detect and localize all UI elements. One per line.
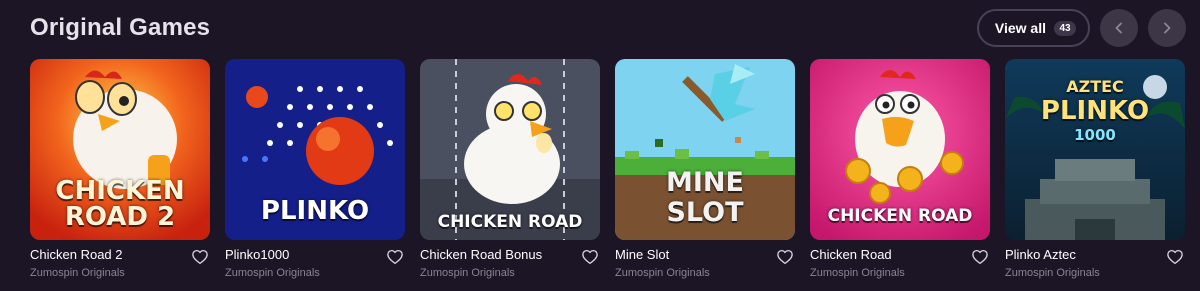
game-meta: Plinko1000 Zumospin Originals <box>225 247 405 279</box>
game-card[interactable]: PLINKO Plinko1000 Zumospin Originals <box>225 59 405 279</box>
original-games-section: Original Games View all 43 CHICKEN ROAD … <box>0 0 1200 291</box>
game-card[interactable]: CHICKEN ROAD Chicken Road Bonus Zumospin… <box>420 59 600 279</box>
heart-outline-icon[interactable] <box>776 248 794 266</box>
game-text: Mine Slot Zumospin Originals <box>615 247 710 279</box>
chevron-right-icon <box>1164 22 1171 34</box>
carousel-next-button[interactable] <box>1148 9 1186 47</box>
game-card[interactable]: MINE SLOT Mine Slot Zumospin Originals <box>615 59 795 279</box>
logo-line: 1000 <box>1074 126 1116 144</box>
section-title: Original Games <box>30 14 211 41</box>
game-card-list: CHICKEN ROAD 2 Chicken Road 2 Zumospin O… <box>30 59 1185 279</box>
game-text: Chicken Road 2 Zumospin Originals <box>30 247 125 279</box>
game-logo: MINE SLOT <box>615 168 795 228</box>
game-name[interactable]: Chicken Road <box>810 247 905 262</box>
game-provider: Zumospin Originals <box>1005 267 1100 279</box>
game-meta: Mine Slot Zumospin Originals <box>615 247 795 279</box>
game-provider: Zumospin Originals <box>420 267 515 279</box>
game-name[interactable]: Chicken Road Bonus <box>420 247 542 262</box>
game-thumbnail[interactable]: CHICKEN ROAD <box>420 59 600 240</box>
game-card[interactable]: AZTEC PLINKO 1000 Plinko Aztec Zumospin … <box>1005 59 1185 279</box>
game-meta: Chicken Road Bonus Zumospin Originals <box>420 247 600 279</box>
game-card[interactable]: CHICKEN ROAD 2 Chicken Road 2 Zumospin O… <box>30 59 210 279</box>
game-name[interactable]: Chicken Road 2 <box>30 247 125 262</box>
game-logo: CHICKEN ROAD <box>420 212 600 232</box>
game-logo: CHICKEN ROAD <box>810 206 990 226</box>
game-logo: CHICKEN ROAD 2 <box>30 178 210 230</box>
game-thumbnail[interactable]: CHICKEN ROAD <box>810 59 990 240</box>
logo-line: SLOT <box>666 197 744 228</box>
view-all-label: View all <box>994 20 1046 36</box>
heart-outline-icon[interactable] <box>1166 248 1184 266</box>
game-name[interactable]: Mine Slot <box>615 247 710 262</box>
game-thumbnail[interactable]: PLINKO <box>225 59 405 240</box>
heart-outline-icon[interactable] <box>191 248 209 266</box>
game-provider: Zumospin Originals <box>615 267 710 279</box>
logo-line: ROAD 2 <box>64 202 176 232</box>
game-text: Plinko Aztec Zumospin Originals <box>1005 247 1100 279</box>
game-name[interactable]: Plinko1000 <box>225 247 320 262</box>
logo-line: CHICKEN ROAD <box>437 212 583 232</box>
view-all-button[interactable]: View all 43 <box>976 9 1090 47</box>
game-meta: Chicken Road Zumospin Originals <box>810 247 990 279</box>
logo-line: CHICKEN <box>55 176 185 206</box>
game-meta: Plinko Aztec Zumospin Originals <box>1005 247 1185 279</box>
heart-outline-icon[interactable] <box>386 248 404 266</box>
game-thumbnail[interactable]: MINE SLOT <box>615 59 795 240</box>
view-all-count-badge: 43 <box>1054 20 1076 36</box>
game-logo: PLINKO <box>225 196 405 226</box>
game-name[interactable]: Plinko Aztec <box>1005 247 1100 262</box>
game-thumbnail[interactable]: AZTEC PLINKO 1000 <box>1005 59 1185 240</box>
game-text: Chicken Road Bonus Zumospin Originals <box>420 247 542 279</box>
game-logo: AZTEC PLINKO 1000 <box>1005 75 1185 147</box>
carousel-prev-button[interactable] <box>1100 9 1138 47</box>
heart-outline-icon[interactable] <box>971 248 989 266</box>
game-provider: Zumospin Originals <box>30 267 125 279</box>
section-header: Original Games View all 43 <box>30 8 1186 48</box>
game-meta: Chicken Road 2 Zumospin Originals <box>30 247 210 279</box>
game-text: Chicken Road Zumospin Originals <box>810 247 905 279</box>
logo-line: PLINKO <box>1040 96 1150 126</box>
chevron-left-icon <box>1115 22 1122 34</box>
heart-outline-icon[interactable] <box>581 248 599 266</box>
logo-line: CHICKEN ROAD <box>827 206 973 226</box>
logo-line: MINE <box>666 167 744 198</box>
game-thumbnail[interactable]: CHICKEN ROAD 2 <box>30 59 210 240</box>
game-text: Plinko1000 Zumospin Originals <box>225 247 320 279</box>
game-card[interactable]: CHICKEN ROAD Chicken Road Zumospin Origi… <box>810 59 990 279</box>
carousel-controls: View all 43 <box>976 9 1186 47</box>
game-provider: Zumospin Originals <box>225 267 320 279</box>
logo-line: PLINKO <box>260 196 370 226</box>
game-provider: Zumospin Originals <box>810 267 905 279</box>
